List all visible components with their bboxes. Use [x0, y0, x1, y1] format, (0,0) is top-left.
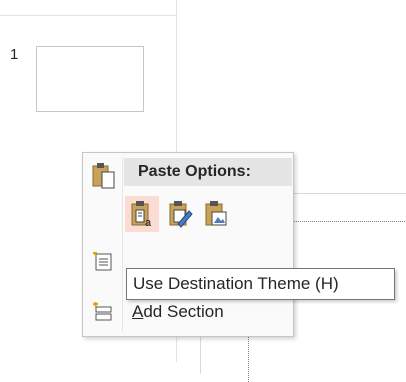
paste-picture-button[interactable]: [199, 196, 233, 232]
context-menu: Paste Options: a Add Section: [82, 152, 294, 337]
slide-number: 1: [10, 46, 19, 63]
menu-item-label: Add Section: [132, 302, 224, 322]
menu-item-add-section[interactable]: Add Section: [84, 297, 292, 325]
new-slide-icon: [92, 251, 114, 277]
paste-keep-source-formatting-button[interactable]: [163, 196, 197, 232]
menu-item-label-rest: dd Section: [143, 302, 224, 321]
tooltip-text: Use Destination Theme (H): [133, 274, 339, 293]
paste-picture-icon: [205, 201, 227, 226]
svg-text:a: a: [145, 217, 152, 228]
paste-keep-destination-theme-button[interactable]: a: [125, 196, 159, 232]
slide-thumbnail[interactable]: [36, 46, 144, 112]
add-section-icon: [92, 302, 114, 327]
accelerator-key: A: [132, 302, 144, 321]
paste-options-label: Paste Options:: [138, 163, 251, 180]
paste-keep-source-formatting-icon: [169, 201, 193, 228]
paste-options-header: Paste Options:: [124, 158, 292, 186]
pane-top-divider: [0, 15, 176, 16]
tooltip: Use Destination Theme (H): [126, 268, 395, 300]
paste-keep-destination-theme-icon: a: [131, 201, 152, 228]
clipboard-icon: [92, 162, 116, 195]
